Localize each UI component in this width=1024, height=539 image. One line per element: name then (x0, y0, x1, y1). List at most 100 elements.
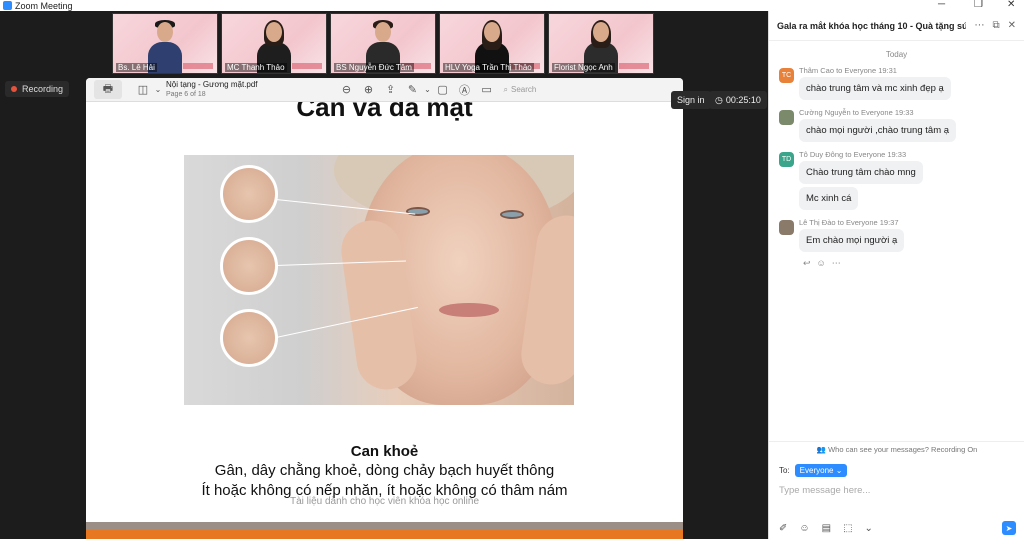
timer-value: 00:25:10 (725, 95, 761, 105)
recording-dot-icon (11, 86, 17, 92)
avatar (779, 110, 794, 125)
crop-icon[interactable]: ▢ (432, 83, 454, 96)
participant-video[interactable]: BS Nguyễn Đức Tâm (330, 13, 436, 74)
recipient-dropdown[interactable]: Everyone ⌄ (794, 464, 848, 477)
meeting-timer: ◷ 00:25:10 (709, 91, 767, 109)
file-name: Nội tạng - Gương mặt.pdf (166, 79, 258, 89)
message-bubble[interactable]: chào trung tâm và mc xinh đẹp ạ (799, 77, 951, 100)
more-icon[interactable]: ⋯ (974, 20, 984, 31)
visibility-info[interactable]: 👥 Who can see your messages? Recording O… (769, 441, 1024, 454)
recording-indicator[interactable]: Recording (5, 81, 70, 97)
participant-video[interactable]: MC Thanh Thảo (221, 13, 327, 74)
emoji-icon[interactable]: ☺ (817, 258, 826, 269)
message-reactions: ↩ ☺ ⋯ (803, 258, 1019, 269)
file-icon[interactable]: ▤ (822, 523, 831, 534)
print-icon[interactable]: 🖶 (94, 80, 122, 99)
face-illustration (184, 155, 574, 405)
markup-icon[interactable]: Ⓐ (454, 82, 476, 98)
participant-video[interactable]: HLV Yoga Trần Thị Thảo (439, 13, 545, 74)
chat-toolbar: ✐ ☺ ▤ ⬚ ⌄ (779, 523, 873, 534)
mouth-zoom-circle (220, 309, 278, 367)
message-sender: Cường Nguyễn to Everyone 19:33 (799, 108, 914, 117)
chat-header: Gala ra mắt khóa học tháng 10 - Quà tặng… (769, 11, 1024, 41)
send-icon: ➤ (1005, 523, 1013, 533)
format-icon[interactable]: ✐ (779, 523, 787, 534)
eye-shape (406, 207, 430, 216)
people-icon: 👥 (816, 445, 826, 454)
send-button[interactable]: ➤ (1002, 521, 1016, 535)
message-sender: Lê Thị Đào to Everyone 19:37 (799, 218, 899, 227)
participant-video[interactable]: Bs. Lê Hải (112, 13, 218, 74)
to-label: To: (779, 466, 790, 475)
close-chat-icon[interactable]: ✕ (1008, 20, 1016, 31)
recipient-row: To: Everyone ⌄ (779, 464, 848, 477)
participant-name: Florist Ngọc Anh (552, 63, 615, 72)
share-icon[interactable]: ⇪ (380, 83, 402, 96)
skin-zoom-circle (220, 237, 278, 295)
pdf-toolbar: 🖶 ◫ ⌄ Nội tạng - Gương mặt.pdf Page 6 of… (86, 78, 683, 102)
chevron-down-icon[interactable]: ⌄ (424, 85, 432, 94)
window-titlebar: Zoom Meeting ─ ❐ ✕ (0, 0, 1024, 11)
wrinkle-zoom-circle (220, 165, 278, 223)
close-icon[interactable]: ✕ (1007, 0, 1015, 10)
file-info: Nội tạng - Gương mặt.pdf Page 6 of 18 (166, 80, 258, 100)
avatar (779, 220, 794, 235)
chevron-down-icon[interactable]: ⌄ (865, 523, 873, 534)
recording-label: Recording (22, 84, 64, 94)
message-sender: Thâm Cao to Everyone 19:31 (799, 66, 897, 75)
window-title: Zoom Meeting (15, 0, 73, 11)
lips-shape (439, 303, 499, 317)
minimize-icon[interactable]: ─ (938, 0, 945, 10)
message-bubble[interactable]: Em chào mọi người ạ (799, 229, 905, 252)
message-bubble[interactable]: Chào trung tâm chào mng (799, 161, 923, 184)
emoji-icon[interactable]: ☺ (799, 523, 809, 534)
message-sender: Tô Duy Đông to Everyone 19:33 (799, 150, 907, 159)
meeting-area: Bs. Lê Hải MC Thanh Thảo BS Nguyễn Đức T… (0, 11, 768, 539)
participant-name: MC Thanh Thảo (225, 63, 287, 72)
message-input[interactable]: Type message here... (779, 485, 1015, 496)
chat-message: Lê Thị Đào to Everyone 19:37 Em chào mọi… (779, 218, 1019, 255)
chat-message: TD Tô Duy Đông to Everyone 19:33 Chào tr… (779, 150, 1019, 213)
chat-panel: Gala ra mắt khóa học tháng 10 - Quà tặng… (768, 11, 1024, 539)
participant-name: HLV Yoga Trần Thị Thảo (443, 63, 534, 72)
participant-name: BS Nguyễn Đức Tâm (334, 63, 414, 72)
zoom-in-icon[interactable]: ⊕ (358, 83, 380, 96)
form-icon[interactable]: ▭ (476, 83, 498, 96)
caption-line: Gân, dây chằng khoẻ, dòng chảy bạch huyế… (214, 462, 555, 479)
zoom-out-icon[interactable]: ⊖ (336, 83, 358, 96)
sign-in-button[interactable]: Sign in (671, 91, 711, 109)
search-field[interactable]: ⌕ Search (504, 85, 537, 95)
chevron-down-icon[interactable]: ⌄ (154, 85, 162, 94)
pen-icon[interactable]: ✎ (402, 83, 424, 96)
screenshot-icon[interactable]: ⬚ (843, 523, 852, 534)
participant-strip: Bs. Lê Hải MC Thanh Thảo BS Nguyễn Đức T… (112, 13, 654, 74)
avatar: TD (779, 152, 794, 167)
eye-shape (500, 210, 524, 219)
reply-icon[interactable]: ↩ (803, 258, 811, 269)
avatar: TC (779, 68, 794, 83)
caption-heading: Can khoẻ (350, 443, 419, 460)
clock-icon: ◷ (715, 94, 723, 105)
watermark-text: Tài liệu dành cho học viên khóa học onli… (289, 496, 480, 507)
more-options-icon[interactable]: ⋯ (832, 258, 841, 269)
sidebar-toggle-icon[interactable]: ◫ (132, 83, 154, 96)
search-placeholder: Search (511, 85, 537, 94)
page-indicator: Page 6 of 18 (166, 90, 206, 98)
message-list: TC Thâm Cao to Everyone 19:31 chào trung… (779, 66, 1019, 269)
message-bubble[interactable]: Mc xinh cá (799, 187, 859, 210)
popout-icon[interactable]: ⧉ (992, 20, 999, 31)
chat-message: Cường Nguyễn to Everyone 19:33 chào mọi … (779, 108, 1019, 145)
zoom-logo-icon (3, 1, 12, 10)
chat-title: Gala ra mắt khóa học tháng 10 - Quà tặng… (777, 20, 967, 31)
participant-video[interactable]: Florist Ngọc Anh (548, 13, 654, 74)
date-separator: Today (885, 50, 908, 59)
visibility-text: Who can see your messages? Recording On (828, 445, 978, 454)
shared-screen: Can và da mặt 🖶 ◫ ⌄ Nội tạng - Gương mặt… (86, 78, 683, 539)
chevron-down-icon: ⌄ (835, 466, 843, 475)
search-icon: ⌕ (503, 84, 509, 94)
participant-name: Bs. Lê Hải (116, 63, 157, 72)
chat-message: TC Thâm Cao to Everyone 19:31 chào trung… (779, 66, 1019, 103)
slide-footer-strip (86, 522, 683, 539)
message-bubble[interactable]: chào mọi người ,chào trung tâm ạ (799, 119, 957, 142)
maximize-icon[interactable]: ❐ (974, 0, 983, 10)
